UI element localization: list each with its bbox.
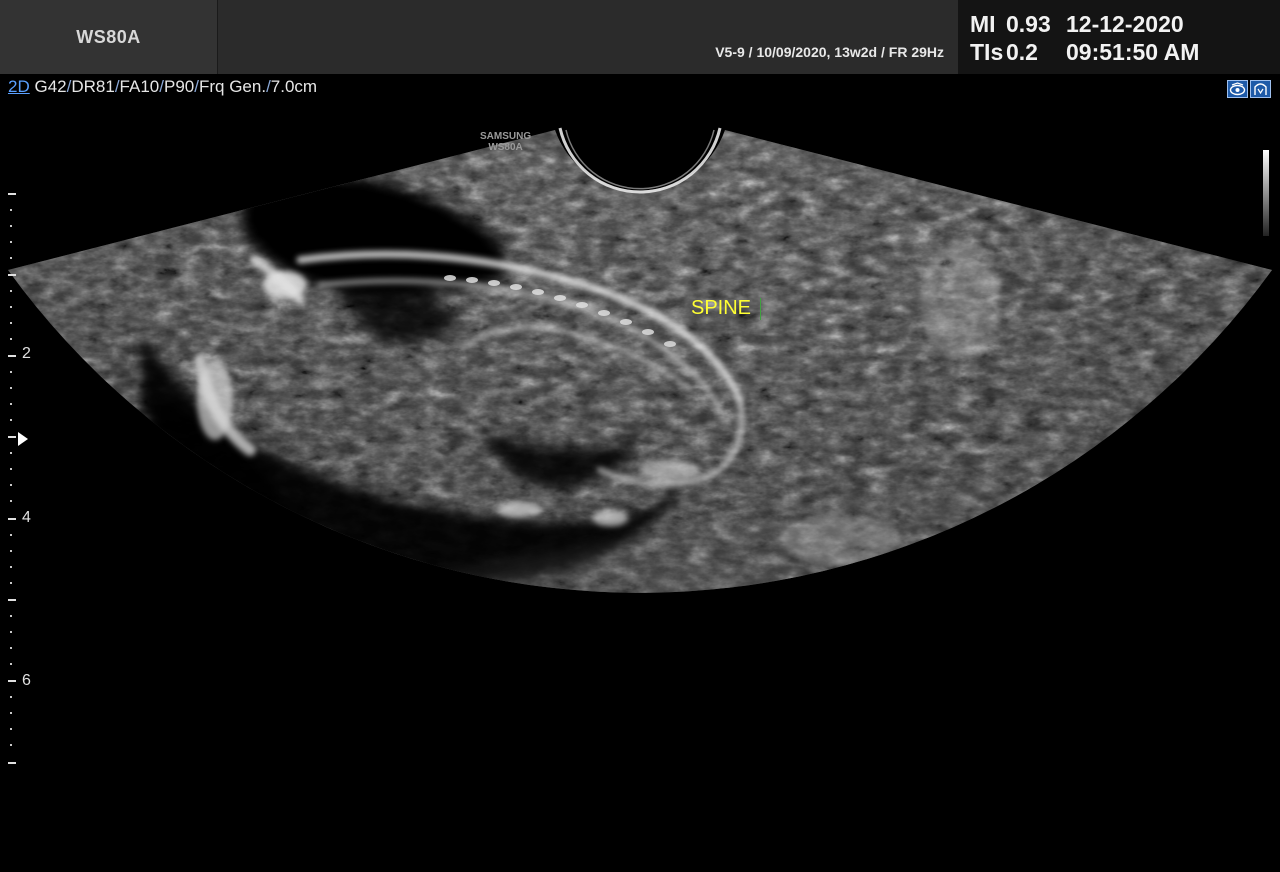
- depth-label-4: 4: [22, 509, 31, 526]
- tis-value: 0.2: [1006, 39, 1038, 65]
- time-display: 09:51:50 AM: [1066, 39, 1200, 65]
- tis-label: TIs: [970, 39, 1004, 65]
- imaging-params: 2D G42/DR81/FA10/P90/Frq Gen./7.0cm: [8, 77, 318, 96]
- depth-scale: [8, 193, 28, 764]
- sector-scan: [8, 130, 1272, 593]
- minor-ticks: [10, 209, 12, 746]
- depth-label-6: 6: [22, 672, 31, 689]
- date-display: 12-12-2020: [1066, 11, 1184, 37]
- model-panel: WS80A: [0, 0, 218, 74]
- fetal-face-icon[interactable]: [1250, 80, 1271, 98]
- model-name: WS80A: [76, 26, 141, 47]
- mi-label: MI: [970, 11, 996, 37]
- mode-indicator[interactable]: 2D: [8, 77, 30, 96]
- focus-marker-icon[interactable]: [18, 432, 28, 446]
- status-panel: MI 0.93 12-12-2020 TIs 0.2 09:51:50 AM: [958, 0, 1280, 74]
- exam-info: V5-9 / 10/09/2020, 13w2d / FR 29Hz: [715, 44, 944, 60]
- vendor-watermark: SAMSUNG WS80A: [480, 131, 532, 153]
- depth-value: 7.0cm: [270, 77, 318, 96]
- gain-value: G42: [34, 77, 67, 96]
- frequency-value: Frq Gen.: [198, 77, 267, 96]
- spine-annotation[interactable]: SPINE: [691, 297, 751, 320]
- grayscale-bar: [1263, 150, 1269, 236]
- exam-panel: V5-9 / 10/09/2020, 13w2d / FR 29Hz: [218, 0, 958, 74]
- ultrasound-image: [8, 100, 1272, 593]
- depth-label-2: 2: [22, 345, 31, 362]
- power-value: P90: [163, 77, 195, 96]
- mi-value: 0.93: [1006, 11, 1051, 37]
- frame-avg-value: FA10: [119, 77, 160, 96]
- probe-view-icon[interactable]: [1227, 80, 1248, 98]
- dynamic-range-value: DR81: [71, 77, 115, 96]
- top-header: WS80A V5-9 / 10/09/2020, 13w2d / FR 29Hz…: [0, 0, 1280, 74]
- text-cursor: [760, 298, 761, 320]
